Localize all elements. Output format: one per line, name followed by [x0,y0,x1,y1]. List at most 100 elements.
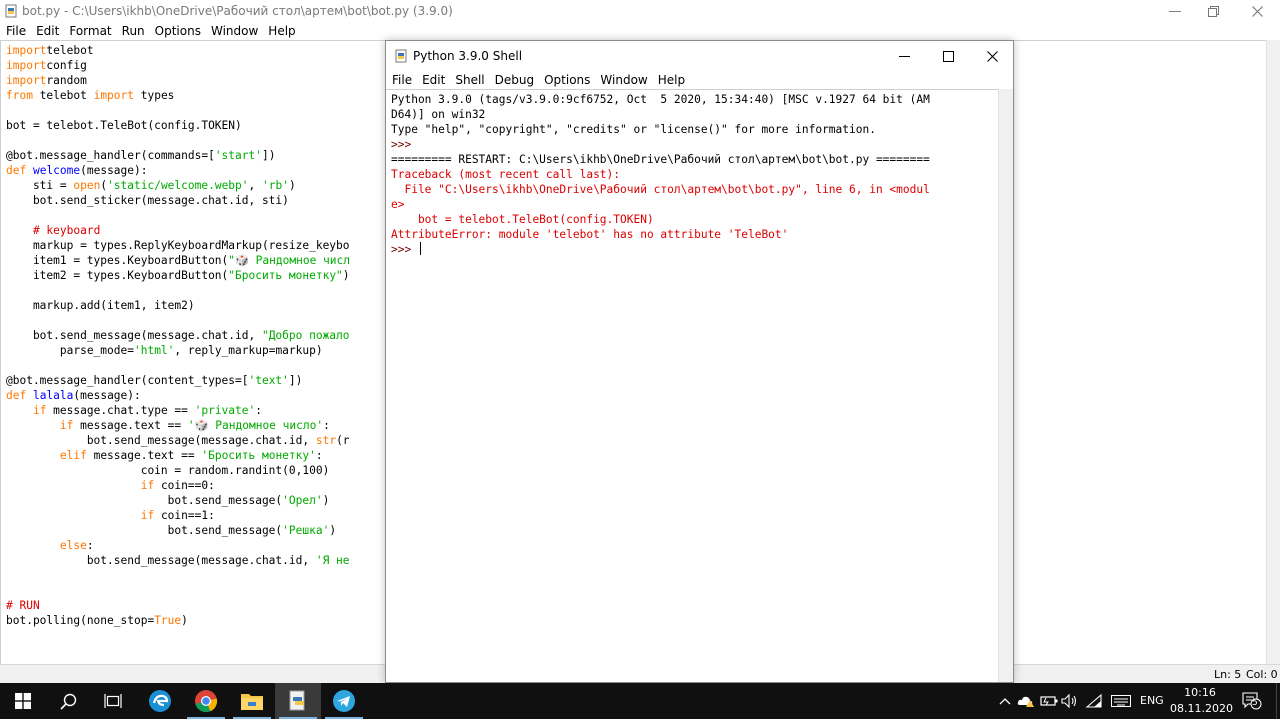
menu-options[interactable]: Options [150,22,206,40]
show-hidden-icons-button[interactable] [996,692,1014,710]
code-line-token: 'Бросить монетку' [201,449,316,462]
tray-time[interactable]: 10:16 [1170,686,1230,699]
shell-close-button[interactable] [970,41,1014,71]
taskbar-file-explorer[interactable] [229,683,275,719]
start-icon [15,693,31,709]
shell-menu-options[interactable]: Options [539,71,595,89]
tray-keyboard[interactable] [1110,692,1132,710]
shell-menu-debug[interactable]: Debug [490,71,539,89]
code-line-token: bot.send_message(message.chat.id, [6,434,316,447]
menu-window[interactable]: Window [206,22,263,40]
code-line-token: # RUN [6,599,40,612]
code-line-token: 'Решка' [282,524,330,537]
restore-icon [1207,5,1219,17]
menu-edit[interactable]: Edit [31,22,64,40]
shell-menu-file[interactable]: File [386,71,417,89]
code-line-token: random [46,74,87,87]
tray-battery[interactable] [1040,692,1058,710]
code-line: # keyboard [6,223,350,238]
shell-menu-help[interactable]: Help [653,71,690,89]
code-line-token: @bot.message_handler(content_types=[ [6,374,249,387]
code-line-token: item2 = types.KeyboardButton( [6,269,229,282]
shell-menu-edit[interactable]: Edit [417,71,450,89]
taskbar-python-idle[interactable] [275,683,321,719]
editor-close-button[interactable] [1234,0,1280,22]
tray-network[interactable] [1085,692,1103,710]
tray-date[interactable]: 08.11.2020 [1170,702,1233,715]
code-line-token: : [255,404,262,417]
taskbar-edge[interactable] [137,683,183,719]
close-icon [986,50,998,62]
shell-window: Python 3.9.0 Shell File Edit Shell Debug… [385,40,1014,683]
shell-text-area[interactable]: Python 3.9.0 (tags/v3.9.0:9cf6752, Oct 5… [386,89,998,682]
editor-title: bot.py - C:\Users\ikhb\OneDrive\Рабочий … [22,4,453,18]
code-line: item2 = types.KeyboardButton("Бросить мо… [6,268,350,283]
editor-scrollbar[interactable] [1266,40,1280,664]
task-view-button[interactable] [90,683,136,719]
shell-line-token: bot = telebot.TeleBot(config.TOKEN) [391,213,654,226]
editor-titlebar[interactable]: bot.py - C:\Users\ikhb\OneDrive\Рабочий … [0,0,1280,22]
shell-maximize-button[interactable] [926,41,970,71]
menu-file[interactable]: File [0,22,31,40]
code-line-token [6,224,33,237]
code-line-token: ]) [288,374,303,387]
shell-minimize-button[interactable] [882,41,926,71]
search-button[interactable] [45,683,91,719]
shell-line-token: D64)] on win32 [391,108,486,121]
menu-format[interactable]: Format [64,22,116,40]
editor-restore-button[interactable] [1190,0,1236,22]
code-line: if coin==0: [6,478,350,493]
shell-menu-shell[interactable]: Shell [450,71,489,89]
code-line: bot.send_message(message.chat.id, str(r [6,433,350,448]
shell-line-token: Traceback (most recent call last): [391,168,621,181]
code-line: else: [6,538,350,553]
code-line-token: if [140,509,155,522]
code-line: from telebot import types [6,88,350,103]
code-line-token: from [6,89,33,102]
task-view-icon [104,694,122,708]
code-line-token: # keyboard [32,224,101,237]
code-line-token: "Бросить монетку" [228,269,343,282]
code-line-token: import [93,89,134,102]
code-line-token: "Добро пожало [261,329,350,342]
code-line-token: markup = types.ReplyKeyboardMarkup(resiz… [6,239,350,252]
start-button[interactable] [0,683,46,719]
code-line: if message.text == '🎲 Рандомное число': [6,418,350,433]
show-desktop-button[interactable] [1276,683,1280,719]
code-line-token: True [154,614,182,627]
code-line-token: import [6,74,47,87]
onedrive-warning-icon [1017,696,1034,707]
menu-run[interactable]: Run [117,22,150,40]
shell-line: Traceback (most recent call last): [391,167,930,182]
python-file-icon [5,4,17,18]
code-line-token: (message): [73,389,141,402]
code-line-token [26,164,33,177]
code-line: importtelebot [6,43,350,58]
code-line: elif message.text == 'Бросить монетку': [6,448,350,463]
shell-menu-window[interactable]: Window [595,71,652,89]
shell-line: e> [391,197,930,212]
shell-line-token: >>> [391,243,418,256]
menu-help[interactable]: Help [263,22,300,40]
shell-scrollbar[interactable] [998,89,1013,682]
tray-language[interactable]: ENG [1140,694,1164,707]
tray-volume[interactable] [1061,692,1079,710]
code-line-token: parse_mode= [6,344,134,357]
code-line-token: ) [329,524,337,537]
taskbar-telegram[interactable] [321,683,367,719]
code-line-token: if [140,479,155,492]
shell-titlebar[interactable]: Python 3.9.0 Shell [386,41,1013,71]
maximize-icon [942,50,954,62]
taskbar-chrome[interactable] [183,683,229,719]
action-center-button[interactable]: 5 [1242,692,1262,710]
shell-line: >>> [391,137,930,152]
shell-line-token: AttributeError: module 'telebot' has no … [391,228,789,241]
file-explorer-icon [241,694,263,710]
tray-onedrive[interactable] [1017,692,1035,710]
code-line-token: def [6,164,27,177]
